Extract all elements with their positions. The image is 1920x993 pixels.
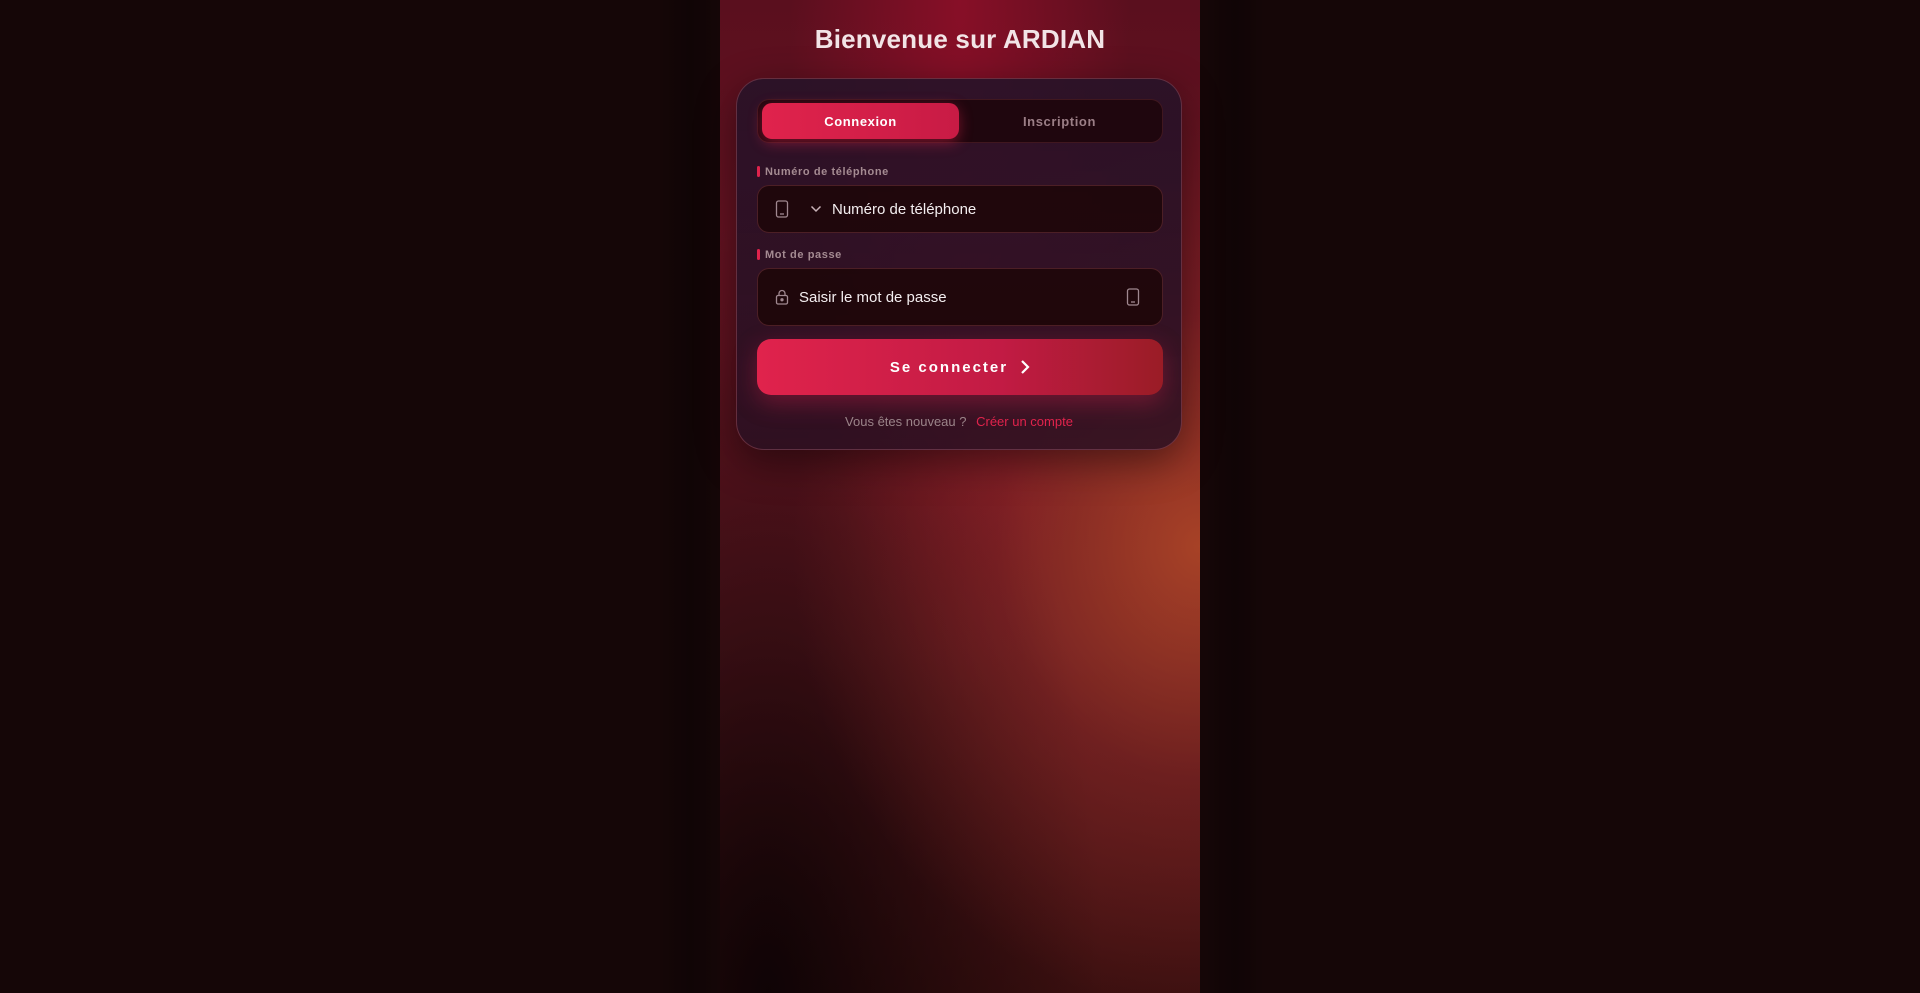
background-stripe <box>1205 0 1265 993</box>
auth-tabs: Connexion Inscription <box>757 99 1163 143</box>
phone-input[interactable]: Numéro de téléphone <box>832 201 976 218</box>
password-label: Mot de passe <box>757 249 842 261</box>
phone-icon <box>775 200 789 218</box>
password-input[interactable]: Saisir le mot de passe <box>799 289 1126 306</box>
signup-prompt-text: Vous êtes nouveau ? <box>845 414 967 429</box>
background-stripe <box>660 0 720 993</box>
login-button-label: Se connecter <box>889 358 1009 376</box>
password-toggle-phone-icon[interactable] <box>1126 288 1140 306</box>
lock-icon <box>775 289 789 305</box>
login-button[interactable]: Se connecter <box>757 339 1163 395</box>
chevron-right-icon <box>1020 359 1030 375</box>
phone-field[interactable]: Numéro de téléphone <box>757 185 1163 233</box>
phone-label: Numéro de téléphone <box>757 166 889 178</box>
password-field[interactable]: Saisir le mot de passe <box>757 268 1163 326</box>
create-account-link[interactable]: Créer un compte <box>976 414 1073 429</box>
login-card: Connexion Inscription Numéro de téléphon… <box>736 78 1182 450</box>
signup-prompt: Vous êtes nouveau ? Créer un compte <box>737 414 1181 429</box>
page-title: Bienvenue sur ARDIAN <box>814 24 1106 54</box>
tab-inscription[interactable]: Inscription <box>961 103 1158 139</box>
chevron-down-icon[interactable] <box>810 205 822 213</box>
tab-connexion[interactable]: Connexion <box>762 103 959 139</box>
